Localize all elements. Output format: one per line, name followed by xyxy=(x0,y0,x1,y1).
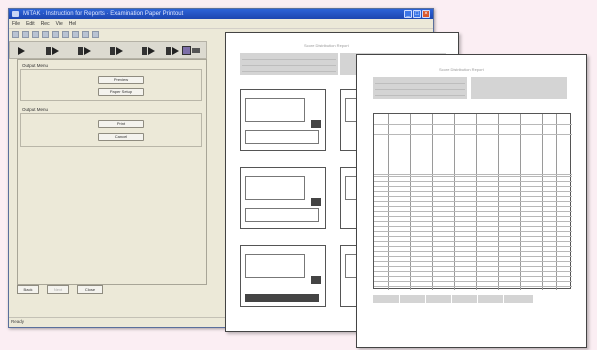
table-column-line xyxy=(432,114,433,290)
table-row-line xyxy=(374,256,572,257)
step-navigation-bar xyxy=(9,41,207,59)
cancel-button[interactable]: Cancel xyxy=(98,133,144,141)
answer-form-2 xyxy=(240,167,326,229)
table-row-line xyxy=(374,251,572,252)
output-group-label: Output Menu xyxy=(22,63,49,68)
menu-view[interactable]: Vie xyxy=(56,21,63,27)
answer-form-3 xyxy=(240,245,326,307)
table-row-line xyxy=(374,211,572,212)
toolbar-save-icon[interactable] xyxy=(32,30,39,38)
toolbar-help-icon[interactable] xyxy=(92,30,99,38)
menu-edit[interactable]: Edit xyxy=(26,21,35,27)
table-column-line xyxy=(388,114,389,290)
app-icon xyxy=(12,11,19,17)
print-group-box xyxy=(20,113,202,147)
toolbar-forward-icon[interactable] xyxy=(22,30,29,38)
step-6-icon[interactable] xyxy=(166,45,179,57)
table-row-line xyxy=(374,246,572,247)
step-2-icon[interactable] xyxy=(46,45,60,57)
menu-file[interactable]: File xyxy=(12,21,20,27)
toolbar-paste-icon[interactable] xyxy=(62,30,69,38)
print-button[interactable]: Print xyxy=(98,120,144,128)
summary-column-line xyxy=(503,295,504,303)
table-column-line xyxy=(410,114,411,290)
step-3-icon[interactable] xyxy=(78,45,92,57)
menu-bar: File Edit Rec Vie Hel xyxy=(9,19,433,29)
score-table xyxy=(373,113,572,290)
step-5-icon[interactable] xyxy=(142,45,156,57)
answer-form-1 xyxy=(240,89,326,151)
toolbar-print-icon[interactable] xyxy=(42,30,49,38)
sheet-table-header-right xyxy=(471,77,567,99)
menu-help[interactable]: Hel xyxy=(69,21,77,27)
summary-column-line xyxy=(425,295,426,303)
summary-row xyxy=(373,295,533,303)
table-row-line xyxy=(374,231,572,232)
step-4-icon[interactable] xyxy=(110,45,124,57)
table-row-line xyxy=(374,176,572,177)
table-column-line xyxy=(542,114,543,290)
table-row-line xyxy=(374,181,572,182)
sheet-forms-title: Score Distribution Report xyxy=(304,43,349,48)
table-row-line xyxy=(374,206,572,207)
close-window-button[interactable]: × xyxy=(422,10,430,18)
table-column-line xyxy=(520,114,521,290)
table-row-line xyxy=(374,286,572,287)
paper-setup-button[interactable]: Paper Setup xyxy=(98,88,144,96)
summary-column-line xyxy=(477,295,478,303)
next-button[interactable]: Next xyxy=(47,285,69,294)
table-row-line xyxy=(374,276,572,277)
close-button[interactable]: Close xyxy=(77,285,103,294)
table-row-line xyxy=(374,271,572,272)
toolbar-back-icon[interactable] xyxy=(12,30,19,38)
menu-rec[interactable]: Rec xyxy=(41,21,50,27)
table-row-line xyxy=(374,124,572,125)
table-column-line xyxy=(556,114,557,290)
output-panel: Output Menu Preview Paper Setup Output M… xyxy=(17,59,207,285)
table-row-line xyxy=(374,191,572,192)
table-row-line xyxy=(374,236,572,237)
table-row-line xyxy=(374,266,572,267)
minimize-button[interactable]: _ xyxy=(404,10,412,18)
print-group-label: Output Menu xyxy=(22,107,49,112)
title-bar[interactable]: MiTAK · Instruction for Reports · Examin… xyxy=(9,9,433,19)
table-column-line xyxy=(454,114,455,290)
table-row-line xyxy=(374,261,572,262)
step-1-icon[interactable] xyxy=(18,45,32,57)
table-column-line xyxy=(498,114,499,290)
table-row-line xyxy=(374,216,572,217)
table-row-line xyxy=(374,281,572,282)
toolbar-copy-icon[interactable] xyxy=(52,30,59,38)
status-text: Ready xyxy=(11,319,25,324)
table-row-line xyxy=(374,241,572,242)
table-row-line xyxy=(374,134,572,135)
table-row-line xyxy=(374,226,572,227)
table-row-line xyxy=(374,201,572,202)
output-group-box xyxy=(20,69,202,101)
table-row-line xyxy=(374,174,572,175)
maximize-button[interactable]: □ xyxy=(413,10,421,18)
table-row-line xyxy=(374,196,572,197)
table-row-line xyxy=(374,221,572,222)
summary-column-line xyxy=(399,295,400,303)
toolbar-redo-icon[interactable] xyxy=(82,30,89,38)
summary-column-line xyxy=(451,295,452,303)
preview-button[interactable]: Preview xyxy=(98,76,144,84)
printer-icon[interactable] xyxy=(182,45,202,57)
toolbar-undo-icon[interactable] xyxy=(72,30,79,38)
table-row-line xyxy=(374,186,572,187)
sheet-table-title: Score Distribution Report xyxy=(439,67,484,72)
window-title: MiTAK · Instruction for Reports · Examin… xyxy=(23,11,184,17)
table-column-line xyxy=(476,114,477,290)
back-button[interactable]: Back xyxy=(17,285,39,294)
printed-sheet-table: Score Distribution Report xyxy=(356,54,587,348)
